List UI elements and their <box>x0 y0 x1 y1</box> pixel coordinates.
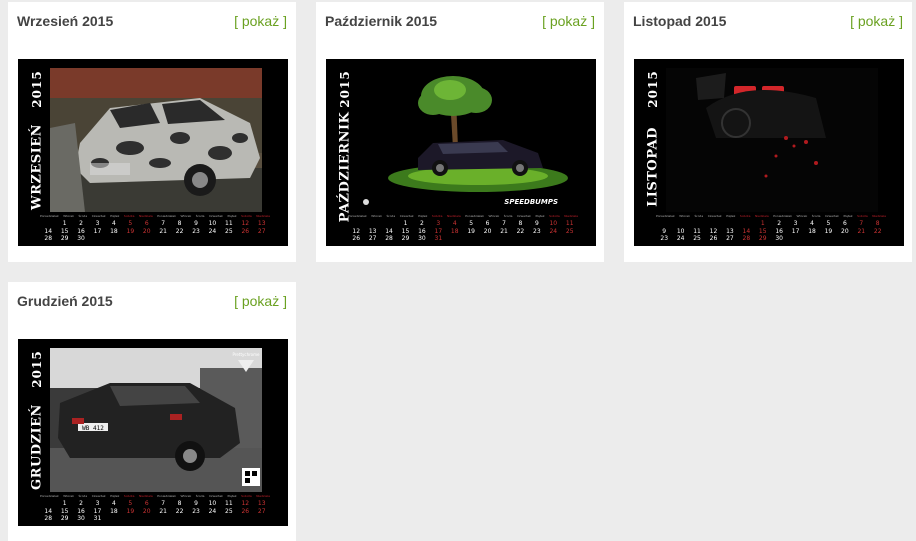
week-row: 9 10 11 12 13 14 15 16 17 18 19 20 21 22 <box>662 227 882 235</box>
calendar-year: 2015 <box>30 350 44 388</box>
show-link[interactable]: [ pokaż ] <box>542 13 595 29</box>
week-row: 1 2 3 4 5 6 7 8 9 10 11 <box>403 220 574 227</box>
calendar-thumbnail[interactable]: 2015 LISTOPAD Poniedziałek Wtorek Środa Czw… <box>634 59 904 246</box>
car-photo: SPEEDBUMPS <box>358 68 570 212</box>
car-photo <box>50 68 262 212</box>
week-row: 12 13 14 15 16 17 18 19 20 21 22 23 24 25 <box>352 227 574 235</box>
car-photo: WB 412 Prettychrome <box>50 348 262 492</box>
week-row: 12345678 <box>760 220 880 227</box>
card-title: Październik 2015 <box>325 13 438 29</box>
calendar-month: LISTOPAD <box>645 127 661 207</box>
week-row: 23 24 25 26 27 28 29 30 <box>660 235 783 242</box>
svg-text:WB 412: WB 412 <box>82 425 104 432</box>
car-photo <box>666 68 878 212</box>
calendar-thumbnail[interactable]: 2015 PAŹDZIERNIK SPEEDBUMPS Poniedziałek… <box>326 59 596 246</box>
calendar-thumbnail[interactable]: 2015 GRUDZIEŃ WB 412 Prettychrome Ponied… <box>18 339 288 526</box>
svg-text:Prettychrome: Prettychrome <box>233 352 260 357</box>
week-row: 1 2 3 4 5 6 7 8 9 10 11 12 13 <box>62 500 266 507</box>
card-title: Grudzień 2015 <box>17 293 113 309</box>
show-link[interactable]: [ pokaż ] <box>234 13 287 29</box>
calendar-thumbnail[interactable]: 2015 WRZESIEŃ Poniedziałek Wtorek Środa Czw… <box>18 59 288 246</box>
calendar-month: WRZESIEŃ <box>29 123 45 211</box>
week-row: 14 15 16 17 18 19 20 21 22 23 24 25 26 27 <box>44 507 266 515</box>
calendar-card-september: Wrzesień 2015 [ pokaż ] 2015 WRZESIEŃ Po… <box>8 2 296 262</box>
calendar-month: PAŹDZIERNIK <box>337 111 353 223</box>
calendar-card-november: Listopad 2015 [ pokaż ] 2015 LISTOPAD Po… <box>624 2 912 262</box>
calendar-grid: Poniedziałek Wtorek Środa Czwartek Piątek Sob… <box>40 214 270 242</box>
card-title: Listopad 2015 <box>633 13 727 29</box>
show-link[interactable]: [ pokaż ] <box>234 293 287 309</box>
calendar-month: GRUDZIEŃ <box>29 404 45 490</box>
svg-text:SPEEDBUMPS: SPEEDBUMPS <box>504 198 558 206</box>
card-title: Wrzesień 2015 <box>17 13 114 29</box>
week-row: 26 27 28 29 30 31 <box>352 235 443 242</box>
calendar-card-december: Grudzień 2015 [ pokaż ] 2015 GRUDZIEŃ WB… <box>8 282 296 541</box>
calendar-grid: Poniedziałek Wtorek Środa Czwartek Piątek Sob… <box>656 214 886 242</box>
calendar-year: 2015 <box>30 70 44 108</box>
week-row: 28 29 30 <box>44 235 85 242</box>
calendar-grid: Poniedziałek Wtorek Środa Czwartek Piątek Sob… <box>348 214 578 242</box>
week-row: 14 15 16 17 18 19 20 21 22 23 24 25 26 27 <box>44 227 266 235</box>
week-row: 1 2 3 4 5 6 7 8 9 10 11 12 13 <box>62 220 266 227</box>
calendar-card-october: Październik 2015 [ pokaż ] 2015 PAŹDZIER… <box>316 2 604 262</box>
show-link[interactable]: [ pokaż ] <box>850 13 903 29</box>
calendar-grid: Poniedziałek Wtorek Środa Czwartek Piątek Sob… <box>40 494 270 522</box>
calendar-year: 2015 <box>338 70 352 108</box>
week-row: 28 29 30 31 <box>44 515 102 522</box>
calendar-year: 2015 <box>646 70 660 108</box>
